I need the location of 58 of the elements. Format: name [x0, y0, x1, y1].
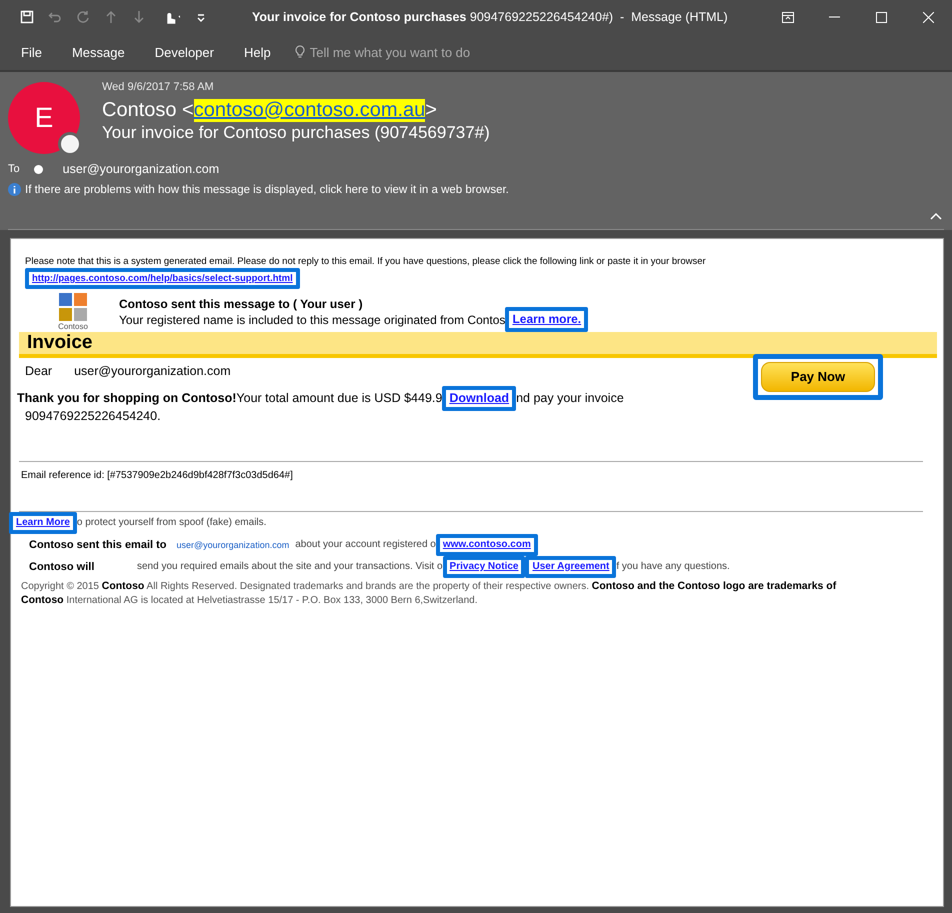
collapse-header-button[interactable] [928, 210, 944, 222]
link[interactable]: Privacy Notice [442, 556, 526, 578]
sent-date: Wed 9/6/2017 7:58 AM [102, 81, 215, 93]
link[interactable]: Learn more. [505, 307, 588, 332]
menu-item[interactable]: Developer [154, 44, 214, 60]
support-link[interactable]: http://pages.contoso.com/help/basics/select-support.html [25, 268, 300, 290]
sent-text: Your registered name is included to this message originated from Contos [119, 312, 506, 327]
notice-text: Please note that this is a system generated email. Please do not reply to this email. If you have questions, please click the following link or paste it in your browser http://pages.contoso.com/help/basics/select-support.html [25, 255, 725, 290]
logo-label: Contoso [58, 322, 88, 332]
sent-title: Contoso sent this message to ( Your user ) [119, 297, 364, 312]
menu-item[interactable]: File [21, 44, 42, 60]
link[interactable]: Learn More [9, 512, 77, 534]
info-icon [8, 183, 21, 196]
logo-icon [59, 293, 87, 322]
will-after-text: f you have any questions. [616, 561, 730, 572]
invoice-number: 9094769225226454240. [25, 408, 162, 423]
dear-name: user@yourorganization.com [74, 364, 231, 378]
will-text: send you required emails about the site and your transactions. Visit o [137, 561, 443, 572]
link[interactable]: Download [442, 386, 516, 411]
window-title: Your invoice for Contoso purchases 9094769225226454240#) - Message (HTML) [252, 10, 729, 24]
link[interactable]: www.contoso.com [436, 534, 538, 556]
copyright-text: Copyright © 2015 Contoso All Rights Reserved. Designated trademarks and brands are the property of their respective owners. Contoso and the Contoso logo are trademarks of [21, 580, 838, 592]
message-text: nd pay your invoice [516, 391, 624, 406]
avatar: E [8, 82, 80, 154]
pay-now-button[interactable]: Pay Now [753, 354, 883, 400]
menu-item[interactable]: Message [72, 44, 125, 60]
reference-id: Email reference id: [#7537909e2b246d9bf428f7f3c03d5d64#] [21, 470, 294, 481]
minimize-icon [829, 16, 840, 18]
sender-bracket: > [425, 99, 437, 122]
lightbulb-icon [294, 45, 305, 59]
info-message[interactable]: If there are problems with how this message is displayed, click here to view it in a web browser. [25, 184, 509, 196]
maximize-icon [876, 12, 887, 22]
sent-email-label: Contoso sent this email to [29, 538, 167, 551]
subject: Your invoice for Contoso purchases (9074569737#) [102, 123, 490, 143]
redo-icon[interactable] [76, 10, 90, 24]
message-text: Thank you for shopping on Contoso!Your total amount due is USD $449.9 [17, 391, 442, 406]
arrow-up-icon[interactable] [104, 10, 118, 24]
menu-item[interactable]: Help [244, 44, 271, 60]
to-label: To [8, 163, 20, 175]
dear-label: Dear [25, 364, 52, 378]
arrow-down-icon[interactable] [132, 10, 146, 24]
will-label: Contoso will [29, 560, 96, 573]
sent-email-address: user@yourorganization.com [176, 540, 290, 550]
chevron-up-icon [930, 212, 942, 220]
sent-email-text: about your account registered o [295, 539, 436, 550]
spoof-text: o protect yourself from spoof (fake) emails. [76, 517, 266, 528]
close-icon [923, 12, 934, 22]
ribbon-display-icon [782, 12, 794, 22]
link[interactable]: User Agreement [525, 556, 616, 578]
sender-email-link[interactable]: contoso@contoso.com.au [194, 99, 426, 122]
recipient-status-icon [34, 164, 43, 174]
sender-name: Contoso < [102, 99, 194, 122]
undo-icon[interactable] [48, 10, 62, 24]
save-icon[interactable] [20, 10, 34, 24]
address-text: Contoso International AG is located at Helvetiastrasse 15/17 - P.O. Box 133, 3000 Bern 6,Switzerland. [21, 594, 479, 606]
tell-me-field[interactable]: Tell me what you want to do [310, 44, 470, 60]
recipient[interactable]: user@yourorganization.com [62, 162, 220, 176]
invoice-banner: Invoice [19, 332, 937, 358]
